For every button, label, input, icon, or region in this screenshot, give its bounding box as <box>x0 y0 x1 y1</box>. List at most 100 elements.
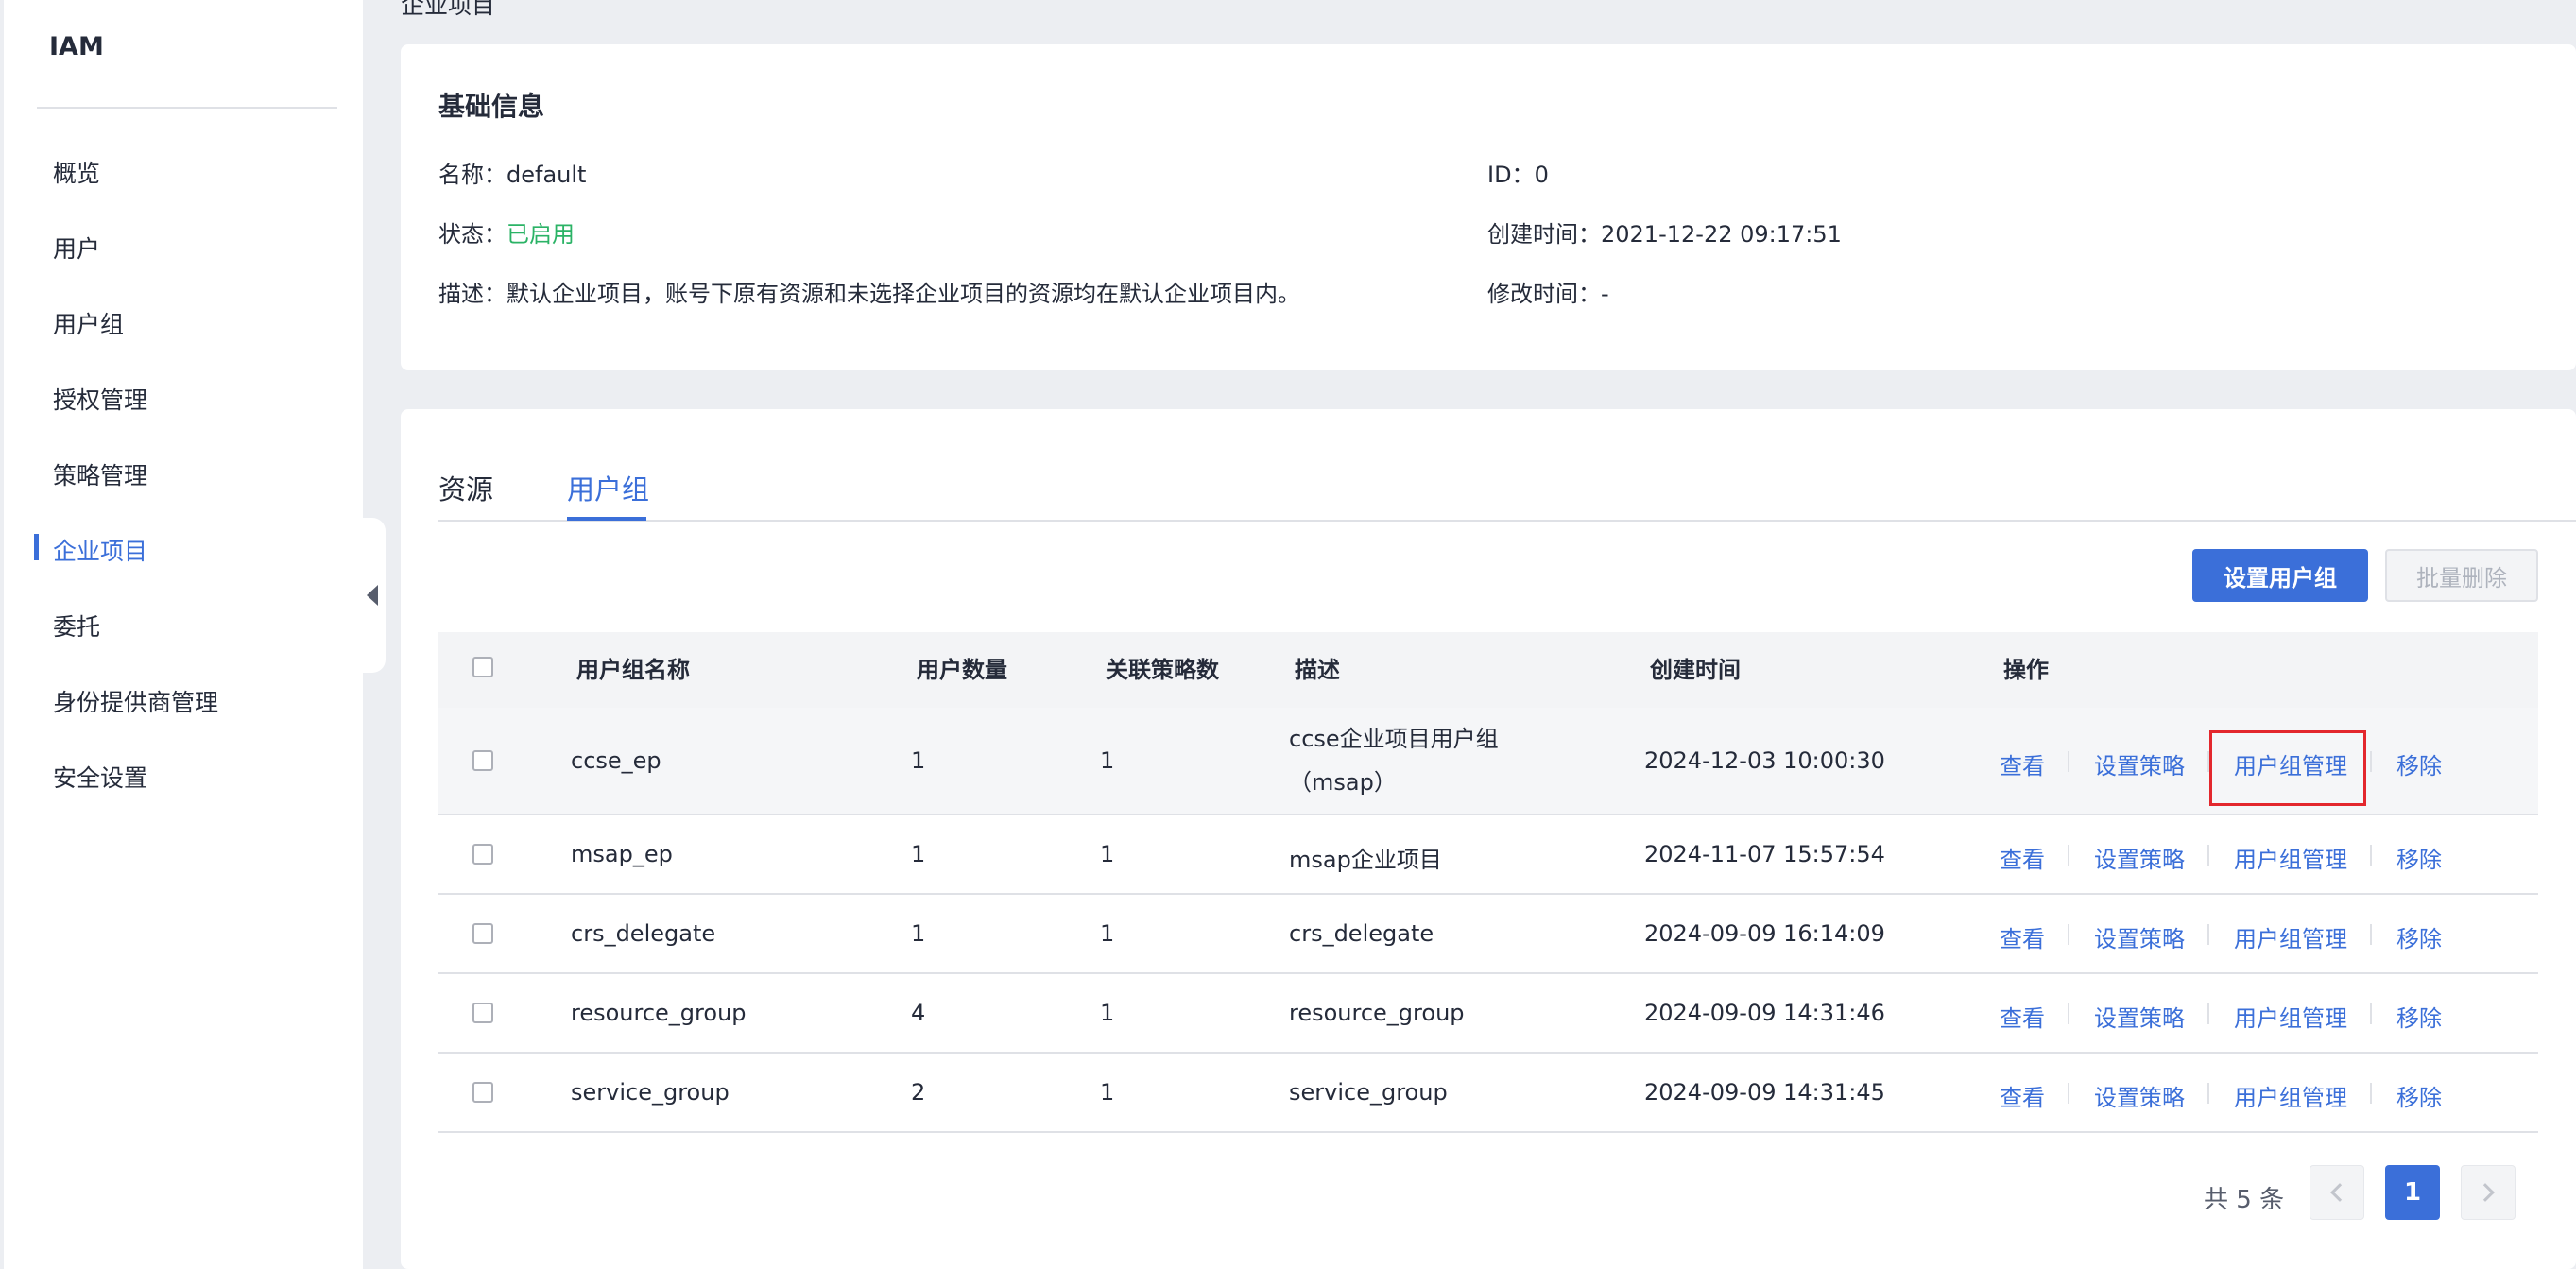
action-separator <box>2370 1083 2372 1104</box>
cell-users: 1 <box>911 841 926 867</box>
info-desc-label: 描述： <box>438 281 507 307</box>
set-policy-link[interactable]: 设置策略 <box>2094 841 2185 874</box>
cell-users: 1 <box>911 920 926 947</box>
sidebar-collapse-button[interactable] <box>359 518 386 673</box>
action-separator <box>2370 924 2372 945</box>
row-checkbox[interactable] <box>472 844 493 865</box>
chevron-right-icon <box>2476 1183 2495 1202</box>
tab-resources[interactable]: 资源 <box>438 468 493 507</box>
info-name-value: default <box>507 162 587 188</box>
view-link[interactable]: 查看 <box>2000 1000 2045 1033</box>
row-checkbox[interactable] <box>472 1082 493 1103</box>
basic-info-card: 基础信息 名称：default 状态：已启用 描述：默认企业项目，账号下原有资源… <box>401 44 2576 370</box>
info-status-label: 状态： <box>438 221 507 248</box>
set-user-group-button[interactable]: 设置用户组 <box>2192 549 2368 602</box>
remove-link[interactable]: 移除 <box>2396 747 2442 780</box>
cell-created: 2024-11-07 15:57:54 <box>1644 841 1885 867</box>
header-name: 用户组名称 <box>576 657 690 683</box>
select-all-checkbox[interactable] <box>472 657 493 677</box>
info-name-label: 名称： <box>438 162 507 188</box>
sidebar-divider <box>37 107 337 109</box>
iam-enterprise-project-page: IAM 概览 用户 用户组 授权管理 策略管理 企业项目 委托 身份提供商管理 … <box>0 0 2576 1269</box>
table-row: resource_group 4 1 resource_group 2024-0… <box>438 974 2538 1054</box>
prev-page-button <box>2310 1165 2364 1220</box>
user-group-card: 资源 用户组 设置用户组 批量删除 用户组名称 用户数量 关联策略数 描述 创建… <box>401 409 2576 1269</box>
view-link[interactable]: 查看 <box>2000 1079 2045 1112</box>
cell-created: 2024-09-09 14:31:45 <box>1644 1079 1885 1106</box>
header-actions: 操作 <box>2003 657 2049 683</box>
page-number-button[interactable]: 1 <box>2385 1165 2440 1220</box>
action-separator <box>2068 924 2069 945</box>
sidebar-item-enterprise-projects[interactable]: 企业项目 <box>53 533 147 567</box>
header-policies: 关联策略数 <box>1106 657 1219 683</box>
cell-desc: crs_delegate <box>1289 920 1434 947</box>
action-separator <box>2370 751 2372 772</box>
sidebar-item-policies[interactable]: 策略管理 <box>53 457 147 491</box>
info-id: ID：0 <box>1487 156 1549 189</box>
cell-users: 4 <box>911 1000 926 1026</box>
sidebar-title: IAM <box>49 32 104 61</box>
sidebar-item-permissions[interactable]: 授权管理 <box>53 382 147 416</box>
sidebar-item-users[interactable]: 用户 <box>53 231 100 265</box>
cell-name: service_group <box>571 1079 730 1106</box>
table-row: crs_delegate 1 1 crs_delegate 2024-09-09… <box>438 895 2538 974</box>
row-checkbox[interactable] <box>472 923 493 944</box>
tab-user-groups[interactable]: 用户组 <box>567 468 649 507</box>
view-link[interactable]: 查看 <box>2000 920 2045 953</box>
table-row: service_group 2 1 service_group 2024-09-… <box>438 1054 2538 1133</box>
cell-name: ccse_ep <box>571 747 661 774</box>
action-separator <box>2068 1003 2069 1024</box>
sidebar-item-overview[interactable]: 概览 <box>53 155 100 189</box>
header-created: 创建时间 <box>1650 657 1741 683</box>
manage-user-group-link[interactable]: 用户组管理 <box>2234 920 2347 953</box>
cell-policies: 1 <box>1100 920 1115 947</box>
remove-link[interactable]: 移除 <box>2396 841 2442 874</box>
cell-name: resource_group <box>571 1000 747 1026</box>
info-created-label: 创建时间： <box>1487 221 1601 248</box>
info-modified-value: - <box>1601 281 1609 307</box>
table-row: msap_ep 1 1 msap企业项目 2024-11-07 15:57:54… <box>438 815 2538 895</box>
manage-user-group-link[interactable]: 用户组管理 <box>2234 841 2347 874</box>
action-separator <box>2207 1083 2209 1104</box>
sidebar-active-marker <box>34 534 39 560</box>
info-modified: 修改时间：- <box>1487 275 1609 308</box>
highlight-box <box>2209 730 2366 806</box>
user-group-table: 用户组名称 用户数量 关联策略数 描述 创建时间 操作 ccse_ep 1 1 … <box>438 632 2538 1133</box>
next-page-button <box>2461 1165 2516 1220</box>
sidebar-item-user-groups[interactable]: 用户组 <box>53 306 124 340</box>
set-policy-link[interactable]: 设置策略 <box>2094 747 2185 780</box>
action-separator <box>2370 1003 2372 1024</box>
pagination-total: 共 5 条 <box>2204 1186 2285 1214</box>
cell-desc: msap企业项目 <box>1289 847 1442 873</box>
set-policy-link[interactable]: 设置策略 <box>2094 920 2185 953</box>
info-status: 状态：已启用 <box>438 215 575 249</box>
set-policy-link[interactable]: 设置策略 <box>2094 1000 2185 1033</box>
info-created-value: 2021-12-22 09:17:51 <box>1601 221 1842 248</box>
view-link[interactable]: 查看 <box>2000 747 2045 780</box>
row-checkbox[interactable] <box>472 750 493 771</box>
sidebar-item-identity-providers[interactable]: 身份提供商管理 <box>53 684 218 718</box>
header-users: 用户数量 <box>917 657 1007 683</box>
cell-users: 2 <box>911 1079 926 1106</box>
remove-link[interactable]: 移除 <box>2396 920 2442 953</box>
view-link[interactable]: 查看 <box>2000 841 2045 874</box>
sidebar-item-security-settings[interactable]: 安全设置 <box>53 760 147 794</box>
cell-policies: 1 <box>1100 1079 1115 1106</box>
cell-created: 2024-09-09 14:31:46 <box>1644 1000 1885 1026</box>
cell-policies: 1 <box>1100 841 1115 867</box>
row-checkbox[interactable] <box>472 1003 493 1023</box>
cell-created: 2024-09-09 16:14:09 <box>1644 920 1885 947</box>
sidebar-item-agencies[interactable]: 委托 <box>53 609 100 643</box>
info-desc-value: 默认企业项目，账号下原有资源和未选择企业项目的资源均在默认企业项目内。 <box>507 281 1300 307</box>
remove-link[interactable]: 移除 <box>2396 1000 2442 1033</box>
manage-user-group-link[interactable]: 用户组管理 <box>2234 1079 2347 1112</box>
set-policy-link[interactable]: 设置策略 <box>2094 1079 2185 1112</box>
status-badge: 已启用 <box>507 221 575 248</box>
cell-users: 1 <box>911 747 926 774</box>
tab-divider <box>438 520 2576 522</box>
info-desc: 描述：默认企业项目，账号下原有资源和未选择企业项目的资源均在默认企业项目内。 <box>438 275 1300 308</box>
caret-left-icon <box>367 585 378 606</box>
remove-link[interactable]: 移除 <box>2396 1079 2442 1112</box>
action-separator <box>2207 845 2209 866</box>
manage-user-group-link[interactable]: 用户组管理 <box>2234 1000 2347 1033</box>
